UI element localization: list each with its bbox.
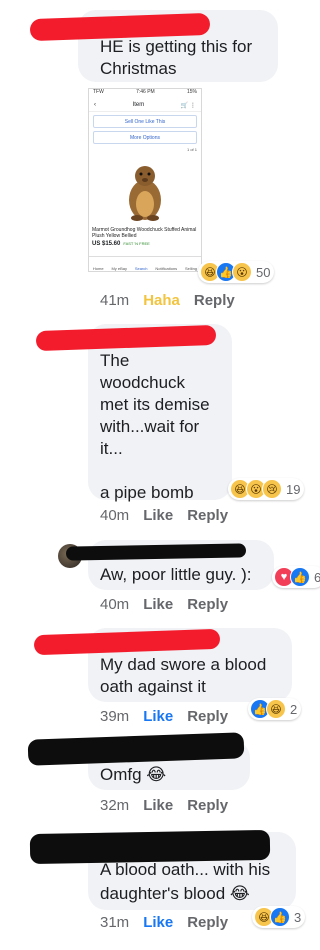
comment-time[interactable]: 31m <box>100 914 129 931</box>
like-reaction-icon: 👍 <box>270 907 290 927</box>
reaction-count: 19 <box>286 481 301 497</box>
comment-text: A blood oath... with his daughter's bloo… <box>100 860 271 903</box>
more-options-button: More Options <box>93 131 197 144</box>
comment-text: My dad swore a blood oath against it <box>100 655 267 696</box>
comment-text: HE is getting this for Christmas <box>100 37 253 78</box>
tab-notifications: Notifications <box>155 266 178 271</box>
comment-text: Aw, poor little guy. ): <box>100 565 252 584</box>
reaction-count: 2 <box>290 701 298 717</box>
reaction-count: 50 <box>256 264 271 280</box>
reply-button[interactable]: Reply <box>187 507 228 524</box>
reaction-count: 3 <box>294 909 302 925</box>
like-button[interactable]: Like <box>143 708 173 725</box>
like-button[interactable]: Like <box>143 914 173 931</box>
comment-actions: 39m Like Reply <box>100 708 228 725</box>
tab-selling: Selling <box>185 266 198 271</box>
sad-reaction-icon: 😢 <box>262 479 282 499</box>
haha-button[interactable]: Haha <box>143 292 180 309</box>
comment-actions: 32m Like Reply <box>100 797 228 814</box>
reply-button[interactable]: Reply <box>194 292 235 309</box>
tab-home: Home <box>92 266 104 271</box>
product-price: US $15.60 FAST 'N FREE <box>89 239 201 249</box>
comment-text: Omfg 😂 <box>100 765 167 784</box>
tab-my-ebay: My eBay <box>111 266 127 271</box>
reaction-summary[interactable]: 👍 😆 2 <box>248 698 302 720</box>
item-nav-bar: ‹ Item 🛒 ⋮ <box>89 99 201 112</box>
sell-one-like-this-button: Sell One Like This <box>93 115 197 128</box>
cart-icon: 🛒 ⋮ <box>180 102 196 109</box>
reply-button[interactable]: Reply <box>187 708 228 725</box>
attached-screenshot[interactable]: TFW 7:46 PM 15% ‹ Item 🛒 ⋮ Sell One Like… <box>88 88 202 272</box>
like-button[interactable]: Like <box>143 797 173 814</box>
reaction-summary[interactable]: ♥ 👍 6 <box>272 566 320 588</box>
bottom-tab-bar: Home My eBay Search Notifications Sellin… <box>89 256 201 271</box>
reply-button[interactable]: Reply <box>187 914 228 931</box>
comment-time[interactable]: 41m <box>100 292 129 309</box>
battery-text: 15% <box>186 89 197 95</box>
reply-button[interactable]: Reply <box>187 797 228 814</box>
price-value: US $15.60 <box>92 241 121 247</box>
status-bar: TFW 7:46 PM 15% <box>89 89 201 99</box>
comment-text: The woodchuck met its demise with...wait… <box>100 351 210 502</box>
like-button[interactable]: Like <box>143 507 173 524</box>
comment-time[interactable]: 32m <box>100 797 129 814</box>
back-icon: ‹ <box>94 102 96 108</box>
reaction-summary[interactable]: 😆 👍 3 <box>252 906 306 928</box>
shipping-badge: FAST 'N FREE <box>123 241 150 246</box>
comment-time[interactable]: 40m <box>100 596 129 613</box>
comment-time[interactable]: 39m <box>100 708 129 725</box>
product-title: Marmot Groundhog Woodchuck Stuffed Anima… <box>92 227 197 239</box>
reaction-summary[interactable]: 😆 👍 😮 50 <box>198 261 275 283</box>
carrier-text: TFW <box>93 89 104 95</box>
comment-actions: 40m Like Reply <box>100 507 228 524</box>
comment-actions: 41m Haha Reply <box>100 292 235 309</box>
groundhog-plush-image <box>129 166 161 221</box>
reaction-summary[interactable]: 😆 😮 😢 19 <box>228 478 305 500</box>
wow-reaction-icon: 😮 <box>232 262 252 282</box>
comment-actions: 40m Like Reply <box>100 596 228 613</box>
reaction-count: 6 <box>314 569 320 585</box>
like-reaction-icon: 👍 <box>290 567 310 587</box>
nav-title: Item <box>132 102 145 108</box>
tab-search: Search <box>134 266 148 271</box>
reply-button[interactable]: Reply <box>187 596 228 613</box>
comment-time[interactable]: 40m <box>100 507 129 524</box>
haha-reaction-icon: 😆 <box>266 699 286 719</box>
comment-actions: 31m Like Reply <box>100 914 228 931</box>
clock-text: 7:46 PM <box>136 89 155 95</box>
like-button[interactable]: Like <box>143 596 173 613</box>
